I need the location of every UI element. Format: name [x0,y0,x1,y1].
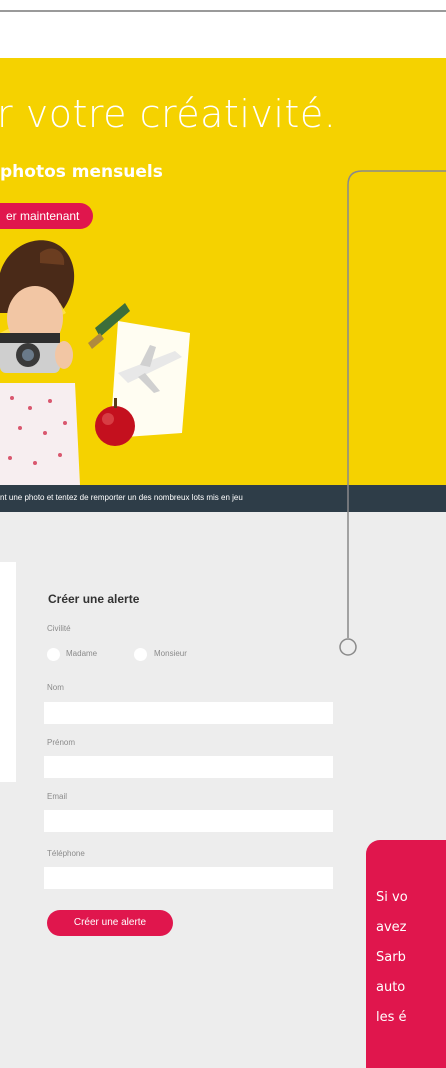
civility-label: Civilité [47,624,71,633]
banner-caption-text: nt une photo et tentez de remporter un d… [0,493,243,502]
radio-madame[interactable] [47,648,60,661]
prenom-label: Prénom [47,738,76,747]
info-line: auto [376,980,406,995]
girl-with-camera-image [0,240,190,485]
banner-headline: r votre créativité. [0,92,337,136]
nom-label: Nom [47,683,64,692]
info-line: les é [376,1010,407,1025]
radio-monsieur[interactable] [134,648,147,661]
telephone-input[interactable] [44,867,333,889]
info-box: Si vo avez Sarb auto les é [366,840,446,1068]
contest-banner[interactable]: r votre créativité. photos mensuels er m… [0,58,446,485]
info-line: Si vo [376,890,408,905]
form-side-panel [0,562,16,782]
info-line: avez [376,920,407,935]
banner-caption-strip: nt une photo et tentez de remporter un d… [0,485,446,512]
nom-input[interactable] [44,702,333,724]
radio-madame-label[interactable]: Madame [66,649,97,658]
top-divider [0,10,446,12]
prenom-input[interactable] [44,756,333,778]
email-label: Email [47,792,68,801]
email-input[interactable] [44,810,333,832]
radio-monsieur-label[interactable]: Monsieur [154,649,187,658]
info-line: Sarb [376,950,406,965]
telephone-label: Téléphone [47,849,85,858]
form-title: Créer une alerte [48,592,140,606]
banner-subheading: photos mensuels [0,162,163,182]
banner-cta-button[interactable]: er maintenant [0,203,94,229]
create-alert-button[interactable]: Créer une alerte [47,910,173,936]
